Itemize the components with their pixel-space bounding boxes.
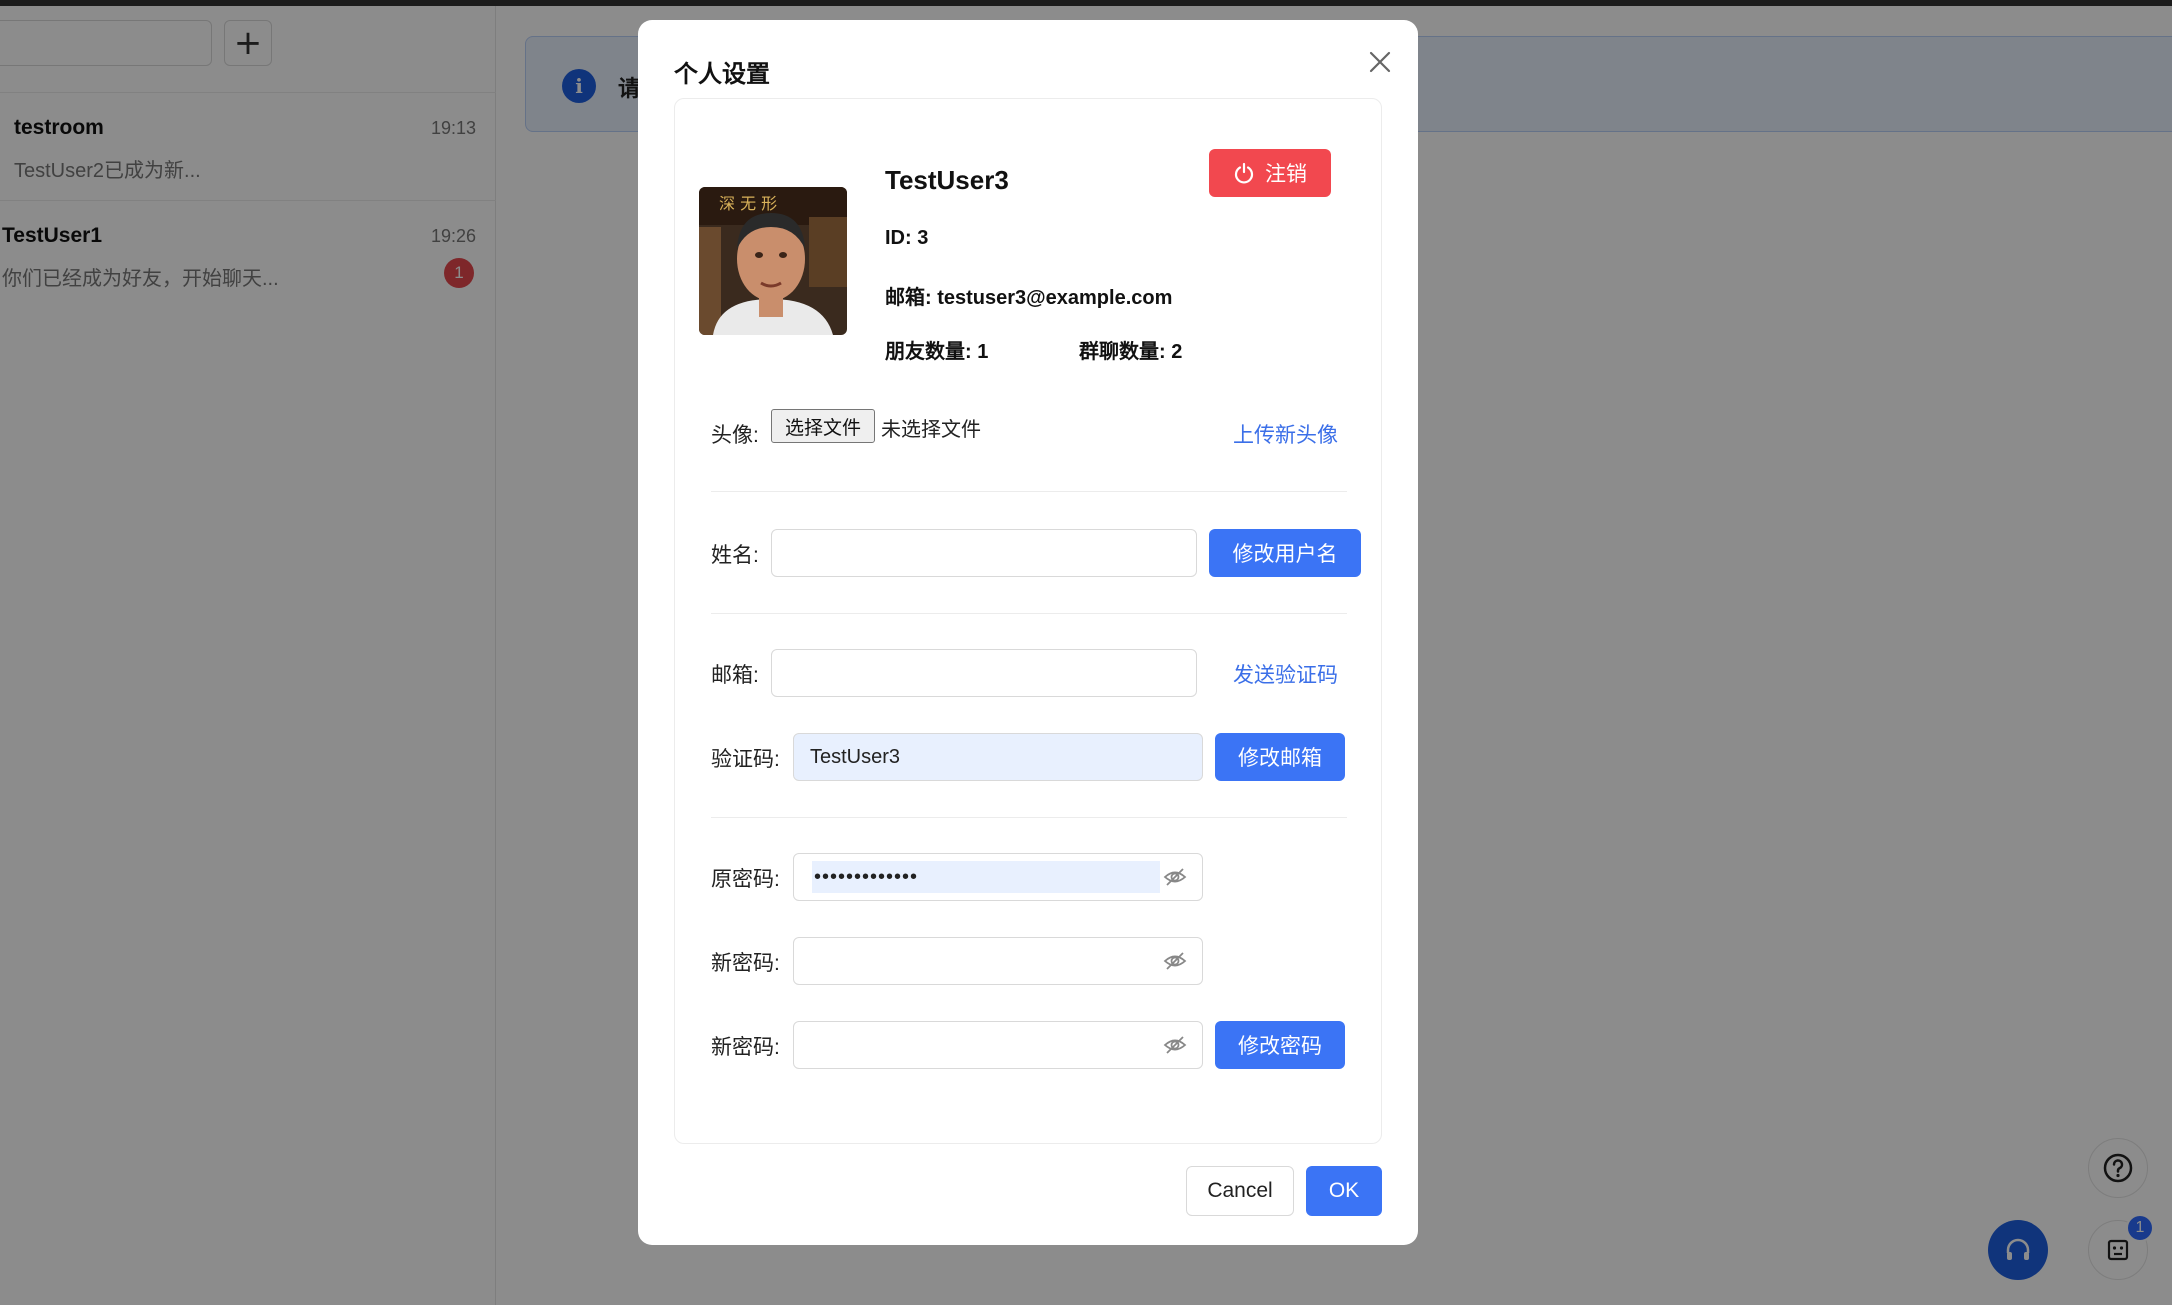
profile-friend-count: 朋友数量: 1 [885, 341, 989, 363]
name-label: 姓名: [711, 544, 759, 567]
old-password-label: 原密码: [711, 868, 780, 891]
cancel-button[interactable]: Cancel [1186, 1166, 1294, 1216]
app-root: + testroom 19:13 TestUser2已成为新... TestUs… [0, 0, 2172, 1305]
personal-settings-modal: 个人设置 深 无 形 TestUser3 注销 ID: 3 邮箱: testus… [638, 20, 1418, 1245]
svg-text:深 无 形: 深 无 形 [719, 194, 777, 213]
code-input[interactable]: TestUser3 [793, 733, 1203, 781]
change-username-button[interactable]: 修改用户名 [1209, 529, 1361, 577]
divider [711, 817, 1347, 818]
send-code-link[interactable]: 发送验证码 [1233, 659, 1338, 689]
confirm-password-input[interactable] [793, 1021, 1203, 1069]
code-input-value: TestUser3 [810, 745, 901, 768]
choose-file-button[interactable]: 选择文件 [771, 409, 875, 443]
email-input[interactable] [771, 649, 1197, 697]
modal-title: 个人设置 [674, 61, 770, 88]
eye-off-icon[interactable] [1162, 948, 1188, 974]
eye-off-icon[interactable] [1162, 864, 1188, 890]
divider [711, 491, 1347, 492]
profile-email: 邮箱: testuser3@example.com [885, 287, 1173, 309]
profile-group-count: 群聊数量: 2 [1079, 341, 1183, 363]
file-status: 未选择文件 [881, 419, 981, 441]
power-icon [1234, 162, 1254, 184]
old-password-input[interactable]: ••••••••••••• [793, 853, 1203, 901]
close-icon [1369, 51, 1391, 73]
new-password-input[interactable] [793, 937, 1203, 985]
old-password-value: ••••••••••••• [812, 861, 1160, 893]
avatar: 深 无 形 [699, 187, 847, 335]
avatar-label: 头像: [711, 424, 759, 447]
change-email-button[interactable]: 修改邮箱 [1215, 733, 1345, 781]
change-password-button[interactable]: 修改密码 [1215, 1021, 1345, 1069]
divider [711, 613, 1347, 614]
eye-off-icon[interactable] [1162, 1032, 1188, 1058]
new-password-label: 新密码: [711, 952, 780, 975]
upload-avatar-link[interactable]: 上传新头像 [1233, 419, 1338, 449]
email-label: 邮箱: [711, 664, 759, 687]
profile-id: ID: 3 [885, 227, 929, 249]
logout-button[interactable]: 注销 [1209, 149, 1331, 197]
confirm-password-label: 新密码: [711, 1036, 780, 1059]
settings-card: 深 无 形 TestUser3 注销 ID: 3 邮箱: testuser3@e… [674, 98, 1382, 1144]
close-button[interactable] [1362, 44, 1398, 80]
profile-username: TestUser3 [885, 165, 1009, 195]
logout-label: 注销 [1265, 163, 1307, 186]
name-input[interactable] [771, 529, 1197, 577]
ok-button[interactable]: OK [1306, 1166, 1382, 1216]
code-label: 验证码: [711, 748, 780, 771]
